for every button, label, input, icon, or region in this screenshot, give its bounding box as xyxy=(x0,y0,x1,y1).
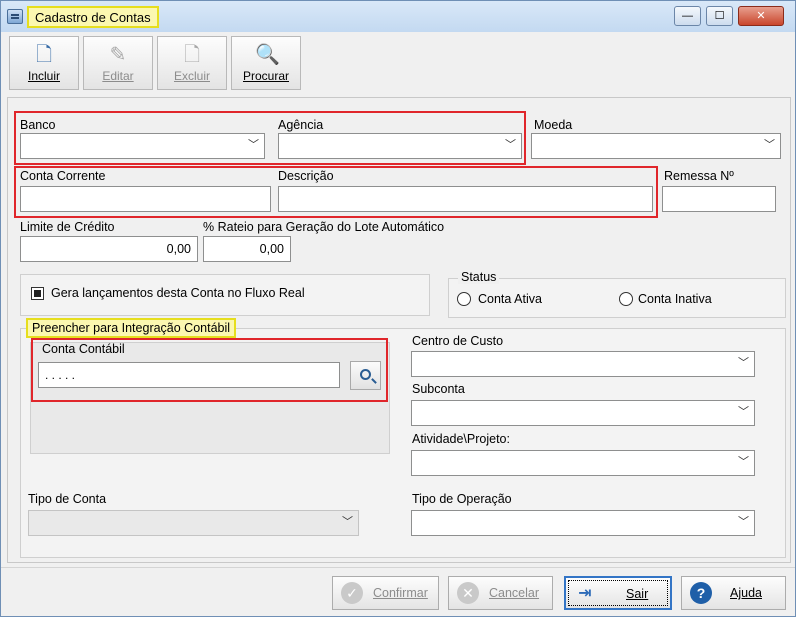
sair-label: Sair xyxy=(626,587,649,601)
cancelar-button[interactable]: ✕ Cancelar xyxy=(448,576,553,610)
chevron-down-icon: ﹀ xyxy=(342,516,353,528)
incluir-button[interactable]: 🗋 Incluir xyxy=(9,36,79,90)
cancel-icon: ✕ xyxy=(457,582,479,604)
tipo-conta-select[interactable]: ﹀ xyxy=(28,510,359,536)
chevron-down-icon: ﹀ xyxy=(738,357,749,369)
rateio-input[interactable]: 0,00 xyxy=(203,236,291,262)
chevron-down-icon: ﹀ xyxy=(764,139,775,151)
window-title: Cadastro de Contas xyxy=(27,6,159,28)
toolbar: 🗋 Incluir ✎ Editar 🗋 Excluir 🔍 Procurar xyxy=(5,32,793,94)
centro-custo-select[interactable]: ﹀ xyxy=(411,351,755,377)
remessa-label: Remessa Nº xyxy=(664,169,734,183)
main-window: Cadastro de Contas — ☐ ✕ 🗋 Incluir ✎ Edi… xyxy=(0,0,796,617)
search-icon xyxy=(360,369,371,380)
agencia-label: Agência xyxy=(278,118,324,132)
conta-inativa-label: Conta Inativa xyxy=(638,292,712,306)
ajuda-button[interactable]: ? Ajuda xyxy=(681,576,786,610)
atividade-label: Atividade\Projeto: xyxy=(412,432,510,446)
conta-contabil-search-button[interactable] xyxy=(350,361,381,390)
rateio-label: % Rateio para Geração do Lote Automático xyxy=(203,220,445,234)
conta-corrente-label: Conta Corrente xyxy=(20,169,106,183)
ajuda-label: Ajuda xyxy=(730,586,762,600)
conta-contabil-label: Conta Contábil xyxy=(42,342,125,356)
moeda-select[interactable]: ﹀ xyxy=(531,133,781,159)
descricao-label: Descrição xyxy=(278,169,334,183)
tipo-conta-label: Tipo de Conta xyxy=(28,492,107,506)
cancelar-label: Cancelar xyxy=(489,586,540,600)
chevron-down-icon: ﹀ xyxy=(738,406,749,418)
exit-door-icon: ⇥ xyxy=(578,585,592,602)
form-panel: Banco ﹀ Agência ﹀ Moeda ﹀ Conta Corrente… xyxy=(7,97,791,563)
conta-inativa-radio[interactable] xyxy=(619,292,633,306)
limite-credito-input[interactable]: 0,00 xyxy=(20,236,198,262)
footer-bar: ✓ Confirmar ✕ Cancelar ⇥ Sair ? Ajuda xyxy=(1,567,795,616)
search-document-icon: 🔍 xyxy=(255,44,280,66)
status-label: Status xyxy=(458,270,500,284)
chevron-down-icon: ﹀ xyxy=(738,516,749,528)
fluxo-real-group: Gera lançamentos desta Conta no Fluxo Re… xyxy=(20,274,430,316)
excluir-label: Excluir xyxy=(173,69,210,83)
descricao-input[interactable] xyxy=(278,186,653,212)
delete-document-icon: 🗋 xyxy=(183,44,201,66)
procurar-label: Procurar xyxy=(242,69,289,83)
tipo-operacao-label: Tipo de Operação xyxy=(412,492,512,506)
check-icon: ✓ xyxy=(341,582,363,604)
chevron-down-icon: ﹀ xyxy=(505,139,516,151)
moeda-label: Moeda xyxy=(534,118,573,132)
edit-document-icon: ✎ xyxy=(109,44,127,66)
maximize-button[interactable]: ☐ xyxy=(706,6,733,26)
atividade-select[interactable]: ﹀ xyxy=(411,450,755,476)
new-document-icon: 🗋 xyxy=(35,44,53,66)
chevron-down-icon: ﹀ xyxy=(738,456,749,468)
conta-corrente-input[interactable] xyxy=(20,186,271,212)
remessa-input[interactable] xyxy=(662,186,776,212)
banco-label: Banco xyxy=(20,118,56,132)
title-bar: Cadastro de Contas — ☐ ✕ xyxy=(1,1,795,32)
fluxo-real-checkbox[interactable] xyxy=(31,287,44,300)
confirmar-button[interactable]: ✓ Confirmar xyxy=(332,576,439,610)
chevron-down-icon: ﹀ xyxy=(248,139,259,151)
limite-credito-label: Limite de Crédito xyxy=(20,220,115,234)
excluir-button[interactable]: 🗋 Excluir xyxy=(157,36,227,90)
sair-button[interactable]: ⇥ Sair xyxy=(564,576,672,610)
conta-ativa-radio[interactable] xyxy=(457,292,471,306)
conta-contabil-input[interactable]: . . . . . xyxy=(38,362,340,388)
incluir-label: Incluir xyxy=(27,69,60,83)
tipo-operacao-select[interactable]: ﹀ xyxy=(411,510,755,536)
editar-label: Editar xyxy=(102,69,134,83)
fluxo-real-label: Gera lançamentos desta Conta no Fluxo Re… xyxy=(51,286,305,300)
confirmar-label: Confirmar xyxy=(373,586,428,600)
centro-custo-label: Centro de Custo xyxy=(412,334,504,348)
integracao-label: Preencher para Integração Contábil xyxy=(26,318,237,338)
app-icon xyxy=(7,9,23,24)
conta-ativa-label: Conta Ativa xyxy=(478,292,542,306)
help-icon: ? xyxy=(690,582,712,604)
editar-button[interactable]: ✎ Editar xyxy=(83,36,153,90)
close-button[interactable]: ✕ xyxy=(738,6,784,26)
procurar-button[interactable]: 🔍 Procurar xyxy=(231,36,301,90)
agencia-select[interactable]: ﹀ xyxy=(278,133,522,159)
minimize-button[interactable]: — xyxy=(674,6,701,26)
subconta-select[interactable]: ﹀ xyxy=(411,400,755,426)
subconta-label: Subconta xyxy=(412,382,465,396)
banco-select[interactable]: ﹀ xyxy=(20,133,265,159)
